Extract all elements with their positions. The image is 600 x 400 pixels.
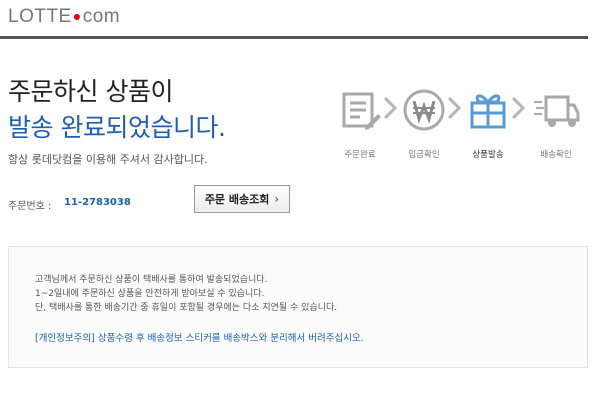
logo-dot: ● [72,8,82,24]
step-shipped: 상품발송 [458,86,518,160]
lotte-logo[interactable]: LOTTE●com [8,6,120,28]
step-label: 상품발송 [472,150,504,160]
info-line: 1~2일내에 주문하신 상품을 안전하게 받아보실 수 있습니다. [35,289,265,299]
shipping-info-box: 고객님께서 주문하신 상품이 택배사를 통하여 발송되었습니다. 1~2일내에 … [8,246,588,368]
chevron-right-icon: › [274,192,280,206]
order-tracking-button-label: 주문 배송조회 [204,193,270,206]
delivery-truck-icon [532,86,580,134]
order-document-icon [336,86,384,134]
order-number-label: 주문번호 : [8,201,52,212]
logo-text-com: com [82,6,121,27]
order-tracking-button[interactable]: 주문 배송조회 › [194,185,290,213]
delivery-progress: 주문완료 입금확인 상품발송 배송확인 [330,86,590,166]
step-order-complete: 주문완료 [330,86,390,160]
order-number-value: 11-2783038 [64,197,131,208]
page-title-line1: 주문하신 상품이 [8,77,173,106]
header-divider [0,36,588,39]
info-line: 고객님께서 주문하신 상품이 택배사를 통하여 발송되었습니다. [35,275,268,285]
gift-box-icon [464,86,512,134]
logo-text-lotte: LOTTE [8,6,72,27]
step-label: 배송확인 [540,150,572,160]
info-line: 단, 택배사를 통한 배송기간 중 휴일이 포함될 경우에는 다소 지연될 수 … [35,303,338,313]
step-delivery-confirmed: 배송확인 [526,86,586,160]
step-payment-confirmed: 입금확인 [394,86,454,160]
won-coin-icon [400,86,448,134]
step-label: 주문완료 [344,150,376,160]
step-label: 입금확인 [408,150,440,160]
thanks-message: 항상 롯데닷컴을 이용해 주셔서 감사합니다. [8,153,208,166]
page-title-line2: 발송 완료되었습니다. [8,113,226,142]
privacy-notice: [개인정보주의] 상품수령 후 배송정보 스티커를 배송박스와 분리해서 버려주… [35,333,364,344]
arrow-right-icon [511,96,526,120]
header: LOTTE●com [0,0,600,40]
